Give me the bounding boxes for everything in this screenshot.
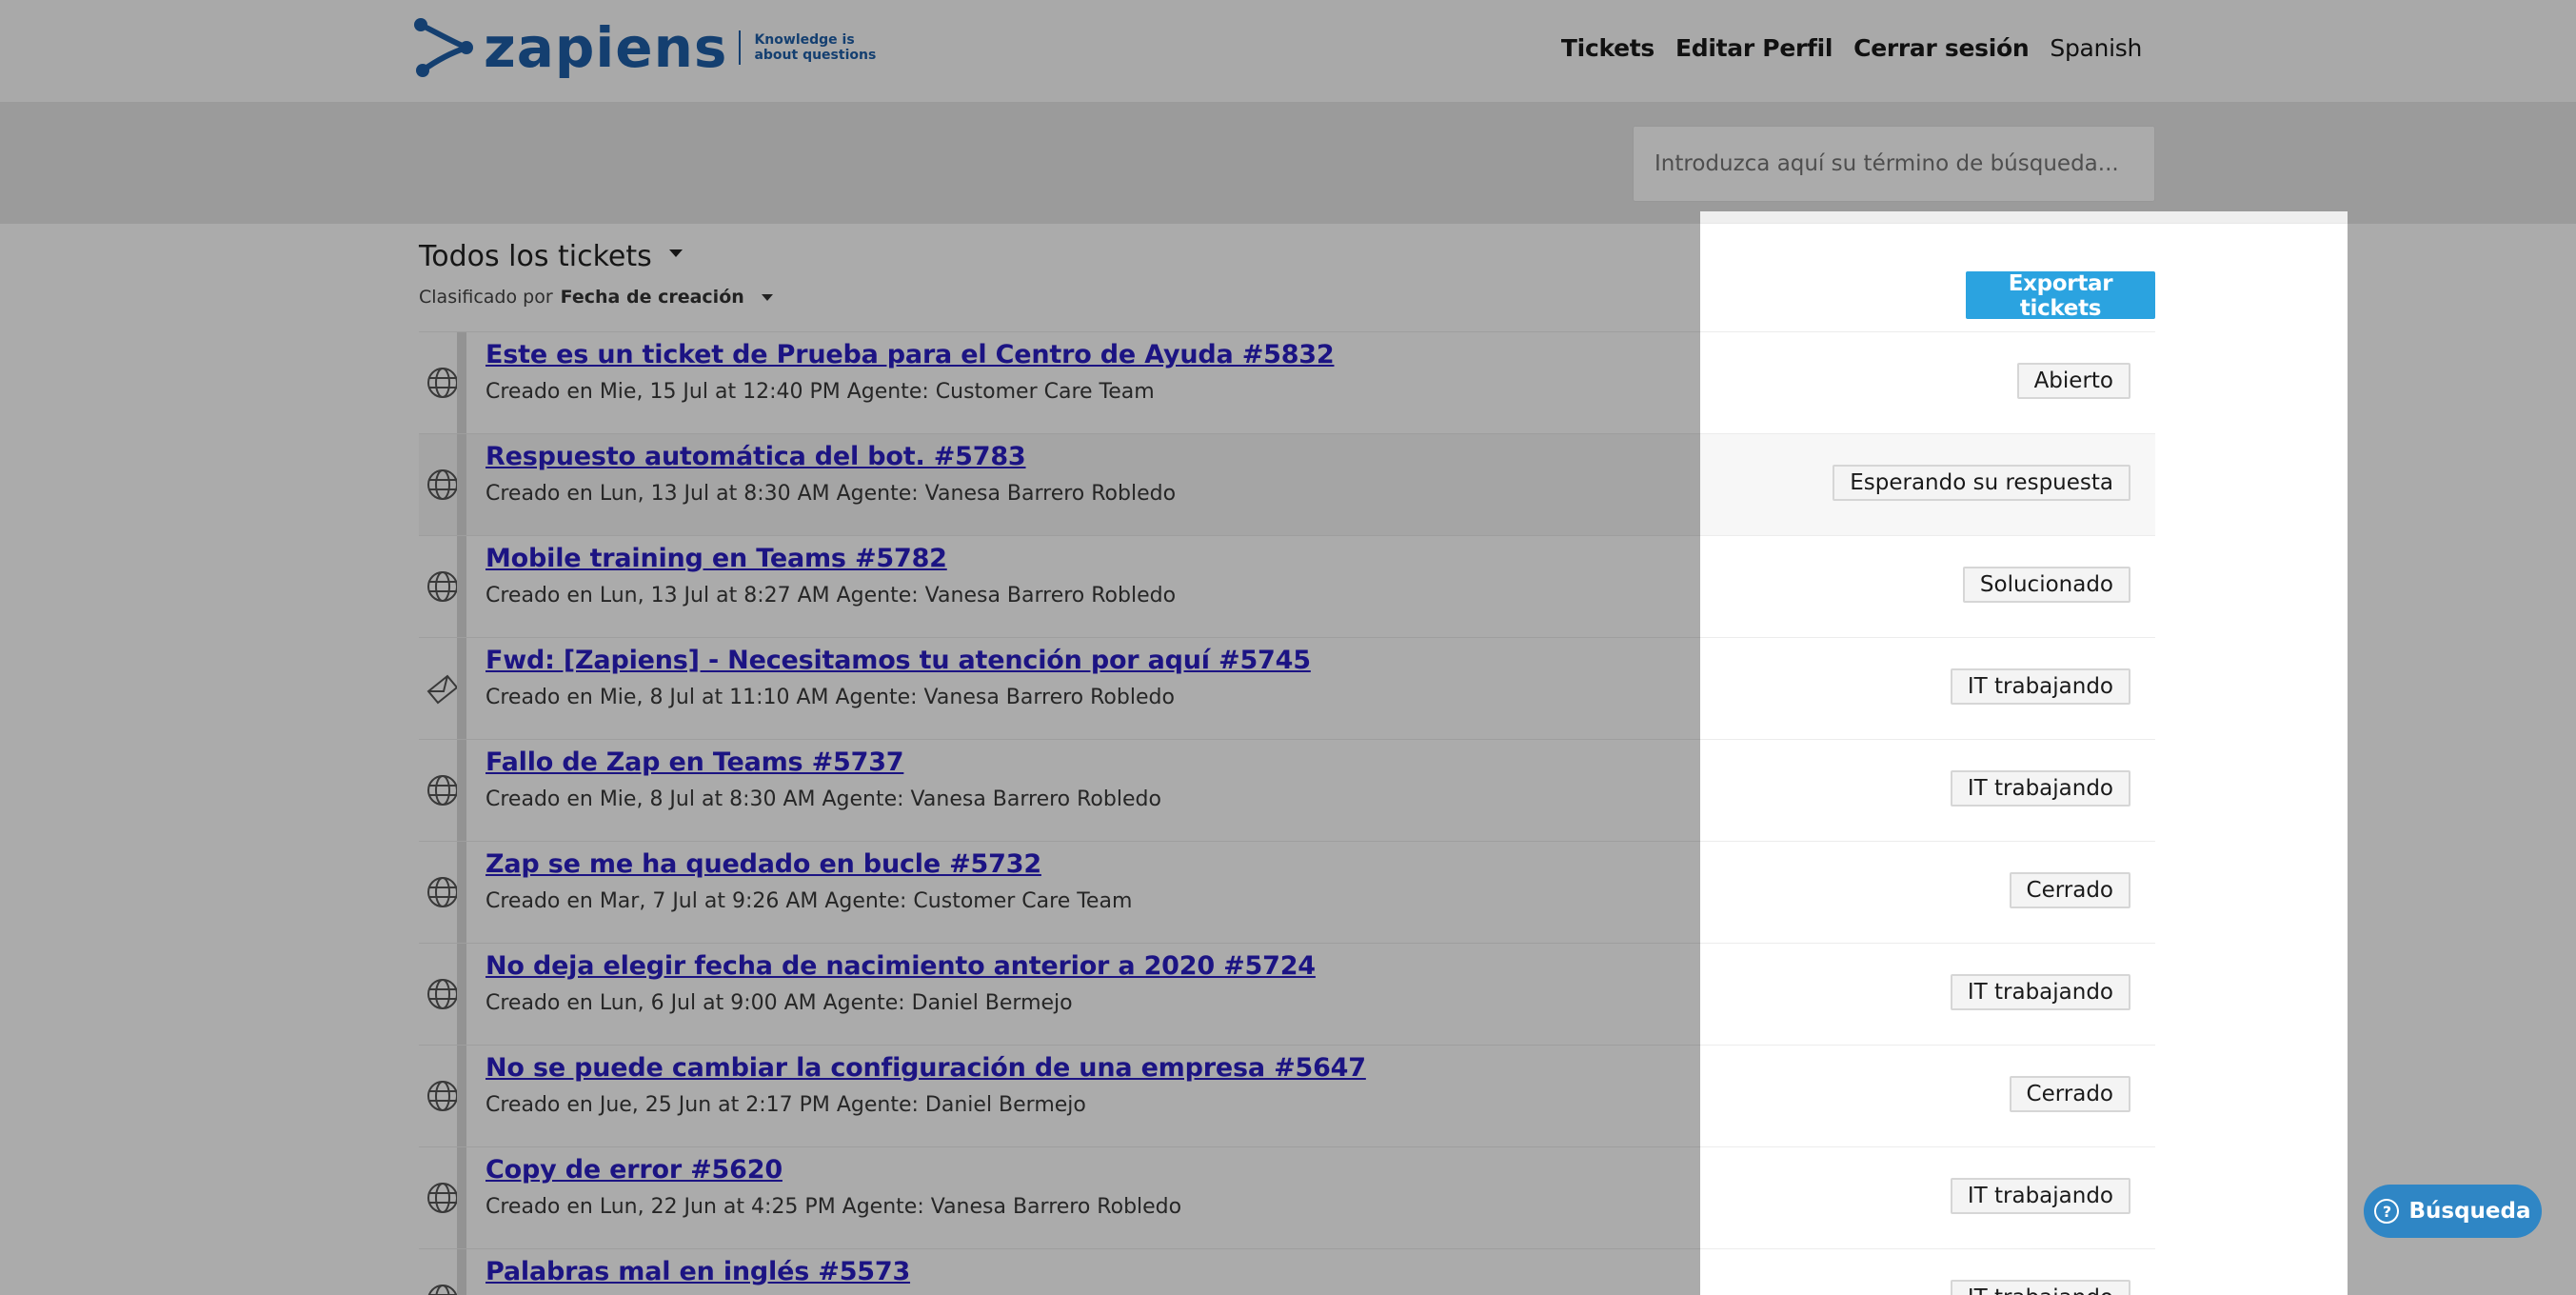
ticket-meta: Creado en Lun, 22 Jun at 4:25 PM Agente:… (485, 1195, 1182, 1219)
site-header: zapiens Knowledge is about questions Tic… (0, 0, 2576, 103)
chevron-down-icon (668, 249, 683, 257)
row-accent-bar (457, 638, 466, 739)
globe-icon (427, 368, 458, 398)
status-badge: Solucionado (1962, 567, 2130, 603)
zapiens-logo[interactable]: zapiens Knowledge is about questions (411, 15, 876, 80)
ticket-meta: Creado en Mie, 8 Jul at 11:10 AM Agente:… (485, 686, 1175, 709)
ticket-meta: Creado en Mar, 7 Jul at 9:26 AM Agente: … (485, 889, 1133, 913)
status-badge: IT trabajando (1950, 668, 2130, 705)
globe-icon (427, 1285, 458, 1295)
envelope-icon (426, 674, 459, 705)
ticket-title-link[interactable]: Mobile training en Teams #5782 (485, 544, 947, 573)
ticket-meta: Creado en Mie, 15 Jul at 12:40 PM Agente… (485, 380, 1155, 404)
ticket-title-link[interactable]: Copy de error #5620 (485, 1155, 783, 1185)
top-nav: Tickets Editar Perfil Cerrar sesión Span… (1561, 29, 2142, 67)
globe-icon (427, 979, 458, 1009)
ticket-list-title: Todos los tickets (419, 240, 652, 273)
help-search-button[interactable]: ? Búsqueda (2364, 1185, 2542, 1238)
ticket-title-link[interactable]: Fallo de Zap en Teams #5737 (485, 747, 904, 777)
logo-tagline-line1: Knowledge is (754, 32, 855, 48)
search-input[interactable] (1633, 126, 2155, 202)
zapiens-logo-icon (414, 18, 473, 77)
logo-tagline-line2: about questions (754, 48, 877, 63)
row-accent-bar (457, 1147, 466, 1248)
table-row[interactable]: Palabras mal en inglés #5573 IT trabajan… (419, 1248, 2155, 1295)
row-accent-bar (457, 536, 466, 637)
sort-control[interactable]: Clasificado por Fecha de creación (419, 287, 773, 308)
globe-icon (427, 775, 458, 806)
ticket-meta: Creado en Lun, 13 Jul at 8:27 AM Agente:… (485, 584, 1177, 608)
row-accent-bar (457, 944, 466, 1045)
language-selector[interactable]: Spanish (2050, 34, 2142, 62)
logo-wordmark: zapiens (484, 15, 728, 80)
globe-icon (427, 1183, 458, 1213)
ticket-title-link[interactable]: Este es un ticket de Prueba para el Cent… (485, 340, 1335, 369)
ticket-title-link[interactable]: Respuesto automática del bot. #5783 (485, 442, 1026, 471)
ticket-title-link[interactable]: Palabras mal en inglés #5573 (485, 1257, 910, 1286)
row-accent-bar (457, 1046, 466, 1146)
export-tickets-button[interactable]: Exportar tickets (1966, 271, 2155, 321)
chevron-down-icon (761, 293, 773, 301)
table-row[interactable]: Copy de error #5620 Creado en Lun, 22 Ju… (419, 1146, 2155, 1248)
sort-value: Fecha de creación (560, 287, 744, 308)
ticket-title-link[interactable]: Fwd: [Zapiens] - Necesitamos tu atención… (485, 646, 1311, 675)
status-badge: IT trabajando (1950, 974, 2130, 1010)
modal-overlay-right (2348, 211, 2576, 1295)
ticket-meta: Creado en Lun, 6 Jul at 9:00 AM Agente: … (485, 991, 1073, 1015)
ticket-meta: Creado en Mie, 8 Jul at 8:30 AM Agente: … (485, 787, 1161, 811)
table-row[interactable]: Este es un ticket de Prueba para el Cent… (419, 331, 2155, 433)
search-band (0, 103, 2576, 224)
logo-tagline: Knowledge is about questions (754, 32, 876, 63)
row-accent-bar (457, 842, 466, 943)
ticket-list-header: Todos los tickets Clasificado por Fecha … (419, 240, 773, 308)
ticket-list: Este es un ticket de Prueba para el Cent… (419, 331, 2155, 1295)
table-row[interactable]: No se puede cambiar la configuración de … (419, 1045, 2155, 1146)
row-accent-bar (457, 434, 466, 535)
logo-separator (739, 30, 742, 65)
question-icon: ? (2374, 1199, 2400, 1224)
nav-tickets[interactable]: Tickets (1561, 34, 1655, 62)
row-accent-bar (457, 332, 466, 433)
ticket-meta: Creado en Jue, 25 Jun at 2:17 PM Agente:… (485, 1093, 1086, 1117)
ticket-filter-dropdown[interactable]: Todos los tickets (419, 240, 773, 273)
status-badge: IT trabajando (1950, 1178, 2130, 1214)
table-row[interactable]: No deja elegir fecha de nacimiento anter… (419, 943, 2155, 1045)
ticket-title-link[interactable]: No deja elegir fecha de nacimiento anter… (485, 951, 1316, 981)
spotlight-panel-edge (1700, 211, 2348, 223)
status-badge: Cerrado (2009, 872, 2130, 908)
ticket-meta: Creado en Lun, 13 Jul at 8:30 AM Agente:… (485, 482, 1177, 506)
status-badge: Abierto (2016, 363, 2130, 399)
table-row[interactable]: Fwd: [Zapiens] - Necesitamos tu atención… (419, 637, 2155, 739)
status-badge: Esperando su respuesta (1833, 465, 2130, 501)
ticket-title-link[interactable]: No se puede cambiar la configuración de … (485, 1053, 1366, 1083)
globe-icon (427, 877, 458, 907)
ticket-title-link[interactable]: Zap se me ha quedado en bucle #5732 (485, 849, 1041, 879)
nav-edit-profile[interactable]: Editar Perfil (1675, 34, 1833, 62)
row-accent-bar (457, 1249, 466, 1295)
status-badge: IT trabajando (1950, 770, 2130, 807)
globe-icon (427, 571, 458, 602)
sort-prefix: Clasificado por (419, 287, 553, 308)
help-button-label: Búsqueda (2408, 1199, 2531, 1224)
table-row[interactable]: Zap se me ha quedado en bucle #5732 Crea… (419, 841, 2155, 943)
row-accent-bar (457, 740, 466, 841)
status-badge: Cerrado (2009, 1076, 2130, 1112)
table-row[interactable]: Mobile training en Teams #5782 Creado en… (419, 535, 2155, 637)
table-row[interactable]: Fallo de Zap en Teams #5737 Creado en Mi… (419, 739, 2155, 841)
status-badge: IT trabajando (1950, 1280, 2130, 1295)
nav-logout[interactable]: Cerrar sesión (1853, 34, 2030, 62)
globe-icon (427, 469, 458, 500)
globe-icon (427, 1081, 458, 1111)
table-row[interactable]: Respuesto automática del bot. #5783 Crea… (419, 433, 2155, 535)
